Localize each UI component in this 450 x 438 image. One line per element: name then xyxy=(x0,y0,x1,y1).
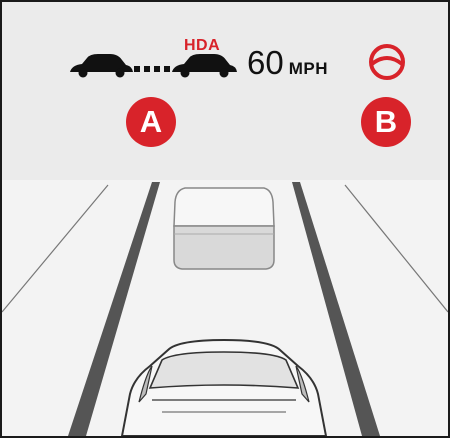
hud-diagram: HDA 60 MPH A B xyxy=(0,0,450,438)
steering-wheel-icon xyxy=(369,44,405,80)
lead-vehicle-rear xyxy=(173,187,275,270)
callout-b: B xyxy=(361,97,411,147)
speed-value: 60 xyxy=(247,44,284,81)
speed-unit: MPH xyxy=(288,59,328,78)
own-vehicle-icon xyxy=(172,54,237,78)
following-distance-dots-icon xyxy=(134,66,170,72)
callout-a: A xyxy=(126,97,176,147)
road-scene xyxy=(2,44,448,436)
lead-vehicle-icon xyxy=(70,54,133,78)
hda-label: HDA xyxy=(184,37,221,54)
speed-readout: 60 MPH xyxy=(247,45,328,87)
